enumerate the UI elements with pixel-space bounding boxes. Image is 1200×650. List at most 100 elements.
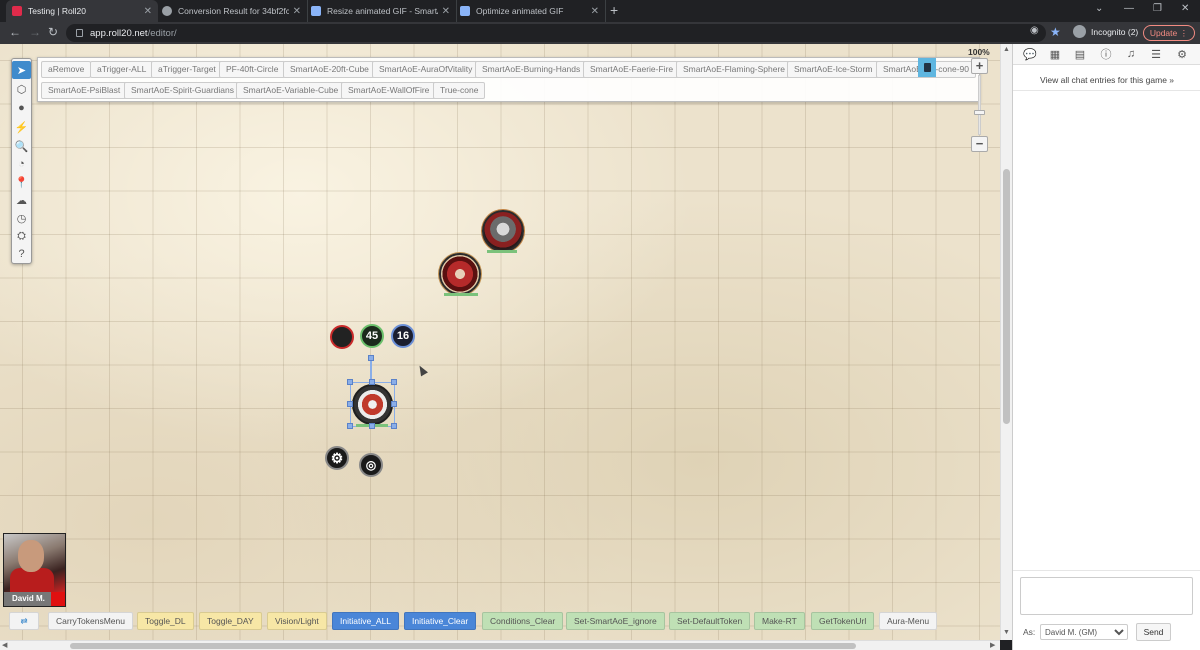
resize-handle[interactable] (391, 423, 397, 429)
chat-tab-icon[interactable]: 💬 (1022, 47, 1038, 61)
selected-token[interactable] (352, 384, 393, 425)
rotation-handle[interactable] (368, 355, 374, 361)
quick-macro-button[interactable]: Make-RT (754, 612, 805, 630)
token-settings-gear-icon[interactable]: ⚙ (325, 446, 349, 470)
eye-off-icon[interactable]: ◉ (1030, 25, 1039, 36)
tabletop-map[interactable]: ➤ ⬡ ● ⚡ 🔍 ◔ 📍 ☁ ◷ ⛭ ? aRemove aTrigger-A… (0, 44, 1000, 640)
forward-icon[interactable]: → (29, 25, 41, 39)
minimize-icon[interactable]: — (1124, 3, 1134, 14)
macro-button[interactable]: aTrigger-Target (151, 61, 223, 78)
quick-macro-button[interactable]: Set-DefaultToken (669, 612, 751, 630)
compendium-info-icon[interactable]: ⓘ (1098, 47, 1114, 61)
close-icon[interactable]: ✕ (144, 6, 152, 17)
measure-tool-icon[interactable]: ◔ (12, 155, 31, 173)
marker-red-circle[interactable] (330, 325, 354, 349)
browser-tab-resize-gif[interactable]: Resize animated GIF - SmartAoE ✕ (305, 0, 457, 22)
update-button[interactable]: Update ⋮ (1143, 25, 1195, 41)
collection-list-icon[interactable]: ☰ (1148, 47, 1164, 61)
macro-button[interactable]: PF-40ft-Circle (219, 61, 286, 78)
macro-button[interactable]: SmartAoE-Spirit-Guardians (124, 82, 241, 99)
macro-button[interactable]: SmartAoE-Faerie-Fire (583, 61, 681, 78)
macro-button[interactable]: SmartAoE-Variable-Cube (236, 82, 346, 99)
reload-icon[interactable]: ↻ (48, 25, 58, 39)
macro-button[interactable]: SmartAoE-PsiBlast (41, 82, 128, 99)
back-icon[interactable]: ← (9, 25, 21, 39)
journal-icon[interactable]: ▤ (1072, 47, 1088, 61)
macro-button[interactable]: True-cone (433, 82, 486, 99)
macro-button[interactable]: SmartAoE-20ft-Cube (283, 61, 376, 78)
quick-macro-button[interactable]: Toggle_DL (137, 612, 194, 630)
resize-handle[interactable] (369, 379, 375, 385)
resize-handle[interactable] (347, 401, 353, 407)
chat-input[interactable] (1020, 577, 1193, 615)
quick-macro-button[interactable]: CarryTokensMenu (48, 612, 133, 630)
layers-tool-icon[interactable]: ⬡ (12, 80, 31, 98)
resize-handle[interactable] (347, 423, 353, 429)
macro-button[interactable]: SmartAoE-Burning-Hands (475, 61, 588, 78)
window-close-icon[interactable]: ✕ (1181, 3, 1189, 14)
restore-icon[interactable]: ❐ (1153, 3, 1162, 14)
browser-tab-optimize-gif[interactable]: Optimize animated GIF ✕ (454, 0, 606, 22)
art-library-icon[interactable]: ▦ (1047, 47, 1063, 61)
address-bar[interactable]: app.roll20.net /editor/ (66, 24, 1046, 42)
zoom-tool-icon[interactable]: 🔍 (12, 137, 31, 155)
incognito-indicator[interactable]: Incognito (2) (1073, 25, 1138, 38)
horizontal-scroll-thumb[interactable] (70, 643, 856, 649)
macro-quickbar-toggle-icon[interactable]: ⇄ (9, 612, 39, 630)
quick-macro-button[interactable]: Initiative_Clear (404, 612, 477, 630)
macro-button[interactable]: SmartAoE-Ice-Storm (787, 61, 880, 78)
select-tool-icon[interactable]: ➤ (12, 61, 31, 79)
zoom-slider-handle[interactable] (974, 110, 985, 115)
macro-button[interactable]: aTrigger-ALL (90, 61, 154, 78)
resize-handle[interactable] (391, 401, 397, 407)
bar1-green-marker[interactable]: 45 (360, 324, 384, 348)
send-button[interactable]: Send (1136, 623, 1171, 641)
macro-bar-toggle[interactable] (918, 58, 936, 77)
devil-token[interactable] (439, 253, 481, 295)
settings-gear-icon[interactable]: ⚙ (1174, 47, 1190, 61)
bookmark-star-icon[interactable]: ★ (1050, 25, 1061, 39)
quick-macro-button[interactable]: Vision/Light (267, 612, 327, 630)
browser-tab-roll20[interactable]: Testing | Roll20 ✕ (6, 0, 158, 22)
browser-tab-conversion[interactable]: Conversion Result for 34bf2fc3b ✕ (156, 0, 308, 22)
quick-macro-button[interactable]: Conditions_Clear (482, 612, 564, 630)
fog-tool-icon[interactable]: ☁ (12, 191, 31, 209)
quick-macro-button[interactable]: Aura-Menu (879, 612, 938, 630)
map-horizontal-scrollbar[interactable]: ◀ ▶ (0, 640, 1000, 650)
quick-macro-button[interactable]: Toggle_DAY (199, 612, 262, 630)
draw-shape-icon[interactable]: ● (12, 99, 31, 117)
fx-tool-icon[interactable]: ⚡ (12, 118, 31, 136)
close-icon[interactable]: ✕ (293, 6, 301, 17)
jukebox-icon[interactable]: ♫ (1123, 47, 1139, 61)
macro-button[interactable]: SmartAoE-AuraOfVitality (372, 61, 480, 78)
resize-handle[interactable] (347, 379, 353, 385)
quick-macro-button[interactable]: Initiative_ALL (332, 612, 400, 630)
speaking-as-select[interactable]: David M. (GM) (1040, 624, 1128, 640)
help-icon[interactable]: ? (12, 245, 31, 263)
vertical-scroll-thumb[interactable] (1003, 169, 1010, 424)
player-color-swatch[interactable] (51, 592, 65, 606)
macro-button[interactable]: aRemove (41, 61, 92, 78)
player-video-card[interactable]: David M. (3, 533, 66, 607)
token-aura-icon[interactable]: ◎ (359, 453, 383, 477)
map-vertical-scrollbar[interactable]: ▲ ▼ (1000, 44, 1012, 640)
knight-token[interactable] (482, 210, 524, 252)
close-icon[interactable]: ✕ (591, 6, 599, 17)
close-icon[interactable]: ✕ (442, 6, 450, 17)
zoom-slider-track[interactable] (978, 75, 981, 135)
quick-macro-button[interactable]: GetTokenUrl (811, 612, 875, 630)
zoom-in-button[interactable]: + (971, 58, 988, 74)
dice-icon[interactable]: ⛭ (12, 227, 31, 245)
macro-button[interactable]: SmartAoE-Flaming-Sphere (676, 61, 793, 78)
turn-tracker-icon[interactable]: ◷ (12, 209, 31, 227)
view-all-chat-link[interactable]: View all chat entries for this game » (1013, 75, 1200, 85)
macro-button[interactable]: SmartAoE-WallOfFire (341, 82, 437, 99)
quick-macro-button[interactable]: Set-SmartAoE_ignore (566, 612, 665, 630)
bar2-blue-marker[interactable]: 16 (391, 324, 415, 348)
zoom-out-button[interactable]: − (971, 136, 988, 152)
new-tab-button[interactable]: + (610, 2, 618, 18)
resize-handle[interactable] (391, 379, 397, 385)
resize-handle[interactable] (369, 423, 375, 429)
tab-search-icon[interactable]: ⌄ (1095, 3, 1103, 14)
pin-tool-icon[interactable]: 📍 (12, 173, 31, 191)
